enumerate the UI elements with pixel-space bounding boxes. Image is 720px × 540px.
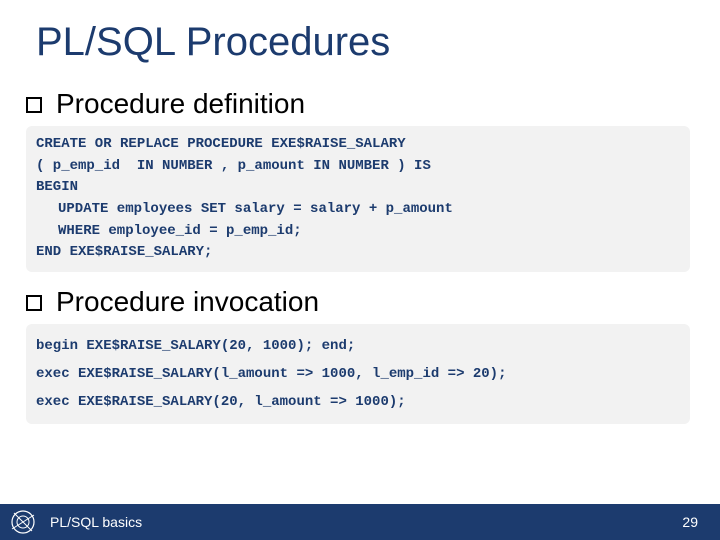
code-line: ( p_emp_id IN NUMBER , p_amount IN NUMBE…	[36, 158, 431, 174]
slide: PL/SQL Procedures Procedure definition C…	[0, 0, 720, 540]
code-block-invocation: begin EXE$RAISE_SALARY(20, 1000); end; e…	[26, 324, 690, 424]
code-line: UPDATE employees SET salary = salary + p…	[36, 199, 680, 221]
page-number: 29	[682, 514, 698, 530]
code-block-definition: CREATE OR REPLACE PROCEDURE EXE$RAISE_SA…	[26, 126, 690, 272]
bullet-text-definition: Procedure definition	[56, 88, 305, 120]
square-bullet-icon	[26, 295, 42, 311]
slide-title: PL/SQL Procedures	[36, 20, 390, 65]
bullet-text-invocation: Procedure invocation	[56, 286, 319, 318]
code-line: CREATE OR REPLACE PROCEDURE EXE$RAISE_SA…	[36, 136, 406, 152]
footer-bar: PL/SQL basics 29	[0, 504, 720, 540]
code-line: exec EXE$RAISE_SALARY(l_amount => 1000, …	[36, 366, 506, 382]
code-line: exec EXE$RAISE_SALARY(20, l_amount => 10…	[36, 394, 406, 410]
footer-text: PL/SQL basics	[50, 514, 682, 530]
slide-body: Procedure definition CREATE OR REPLACE P…	[26, 88, 694, 438]
bullet-row-invocation: Procedure invocation	[26, 286, 694, 318]
cern-logo-icon	[10, 509, 36, 535]
code-line: BEGIN	[36, 179, 78, 195]
square-bullet-icon	[26, 97, 42, 113]
bullet-row-definition: Procedure definition	[26, 88, 694, 120]
code-line: END EXE$RAISE_SALARY;	[36, 244, 212, 260]
code-line: WHERE employee_id = p_emp_id;	[36, 221, 680, 243]
code-line: begin EXE$RAISE_SALARY(20, 1000); end;	[36, 338, 355, 354]
